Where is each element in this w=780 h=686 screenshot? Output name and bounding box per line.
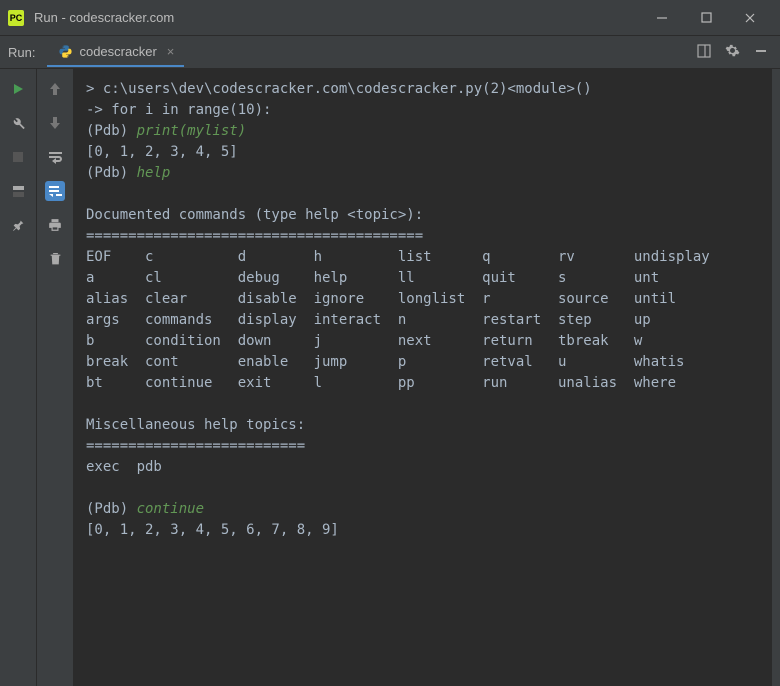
tabbar-label: Run: bbox=[8, 45, 35, 60]
scrollbar[interactable] bbox=[772, 69, 780, 686]
layout-icon[interactable] bbox=[697, 44, 711, 61]
close-button[interactable] bbox=[740, 8, 760, 28]
window-title: Run - codescracker.com bbox=[34, 10, 174, 25]
out-line: b condition down j next return tbreak w bbox=[86, 333, 642, 349]
gutter-left bbox=[0, 69, 37, 686]
app-logo: PC bbox=[8, 10, 24, 26]
out-line: -> for i in range(10): bbox=[86, 102, 271, 118]
out-line: ========================== bbox=[86, 438, 305, 454]
out-prompt: > bbox=[86, 81, 103, 97]
out-line: exec pdb bbox=[86, 459, 162, 475]
gutter-inner bbox=[37, 69, 74, 686]
out-line: break cont enable jump p retval u whatis bbox=[86, 354, 684, 370]
run-tab[interactable]: codescracker × bbox=[47, 37, 184, 67]
out-line: Documented commands (type help <topic>): bbox=[86, 207, 423, 223]
python-icon bbox=[57, 43, 73, 59]
out-line: bt continue exit l pp run unalias where bbox=[86, 375, 676, 391]
layout-stack-icon[interactable] bbox=[8, 181, 28, 201]
out-line: ======================================== bbox=[86, 228, 423, 244]
out-line: c:\users\dev\codescracker.com\codescrack… bbox=[103, 81, 592, 97]
arrow-up-icon[interactable] bbox=[45, 79, 65, 99]
console-output[interactable]: > c:\users\dev\codescracker.com\codescra… bbox=[74, 69, 772, 686]
run-icon[interactable] bbox=[8, 79, 28, 99]
pdb-prompt: (Pdb) bbox=[86, 501, 137, 517]
pdb-command: help bbox=[137, 165, 171, 181]
scroll-to-end-icon[interactable] bbox=[45, 181, 65, 201]
stop-icon[interactable] bbox=[8, 147, 28, 167]
soft-wrap-icon[interactable] bbox=[45, 147, 65, 167]
print-icon[interactable] bbox=[45, 215, 65, 235]
out-line: a cl debug help ll quit s unt bbox=[86, 270, 659, 286]
hide-icon[interactable] bbox=[754, 44, 768, 61]
out-line: alias clear disable ignore longlist r so… bbox=[86, 291, 676, 307]
arrow-down-icon[interactable] bbox=[45, 113, 65, 133]
out-line: args commands display interact n restart… bbox=[86, 312, 651, 328]
minimize-button[interactable] bbox=[652, 8, 672, 28]
out-line: [0, 1, 2, 3, 4, 5] bbox=[86, 144, 238, 160]
pdb-command: continue bbox=[137, 501, 204, 517]
wrench-icon[interactable] bbox=[8, 113, 28, 133]
tab-close-icon[interactable]: × bbox=[167, 44, 175, 59]
pdb-prompt: (Pdb) bbox=[86, 165, 137, 181]
run-tabbar: Run: codescracker × bbox=[0, 36, 780, 69]
pdb-prompt: (Pdb) bbox=[86, 123, 137, 139]
maximize-button[interactable] bbox=[696, 8, 716, 28]
out-line: Miscellaneous help topics: bbox=[86, 417, 305, 433]
pdb-command: print(mylist) bbox=[137, 123, 247, 139]
trash-icon[interactable] bbox=[45, 249, 65, 269]
main-area: > c:\users\dev\codescracker.com\codescra… bbox=[0, 69, 780, 686]
titlebar: PC Run - codescracker.com bbox=[0, 0, 780, 36]
out-line: [0, 1, 2, 3, 4, 5, 6, 7, 8, 9] bbox=[86, 522, 339, 538]
tabbar-tools bbox=[697, 43, 772, 61]
window-controls bbox=[652, 8, 772, 28]
out-line: EOF c d h list q rv undisplay bbox=[86, 249, 710, 265]
tab-label: codescracker bbox=[79, 44, 156, 59]
pin-icon[interactable] bbox=[8, 215, 28, 235]
gear-icon[interactable] bbox=[725, 43, 740, 61]
